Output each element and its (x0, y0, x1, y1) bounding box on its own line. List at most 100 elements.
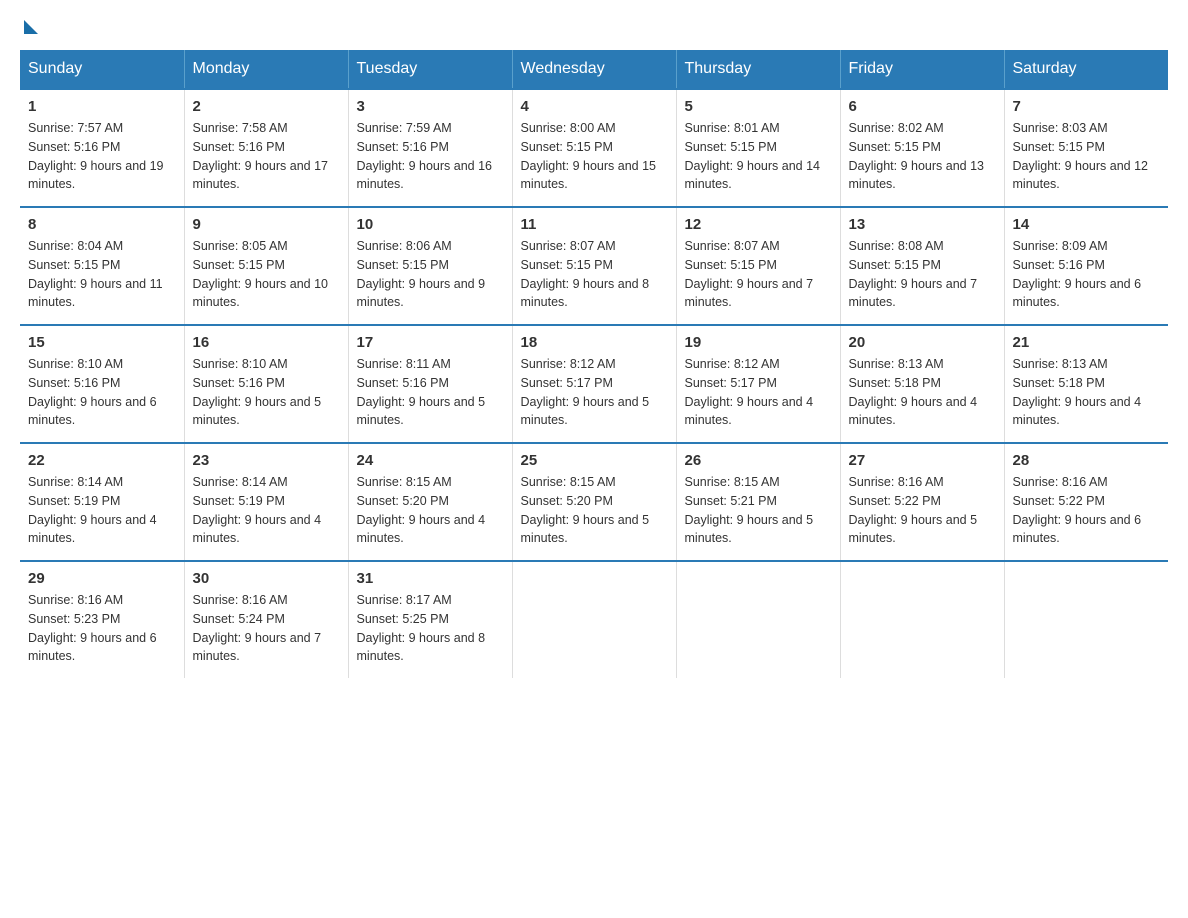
calendar-cell: 29 Sunrise: 8:16 AMSunset: 5:23 PMDayligh… (20, 561, 184, 678)
day-info: Sunrise: 8:01 AMSunset: 5:15 PMDaylight:… (685, 119, 832, 194)
calendar-cell: 9 Sunrise: 8:05 AMSunset: 5:15 PMDaylight… (184, 207, 348, 325)
day-info: Sunrise: 8:00 AMSunset: 5:15 PMDaylight:… (521, 119, 668, 194)
day-info: Sunrise: 8:05 AMSunset: 5:15 PMDaylight:… (193, 237, 340, 312)
calendar-cell: 19 Sunrise: 8:12 AMSunset: 5:17 PMDayligh… (676, 325, 840, 443)
calendar-cell: 17 Sunrise: 8:11 AMSunset: 5:16 PMDayligh… (348, 325, 512, 443)
week-row-3: 15 Sunrise: 8:10 AMSunset: 5:16 PMDayligh… (20, 325, 1168, 443)
day-info: Sunrise: 8:15 AMSunset: 5:20 PMDaylight:… (357, 473, 504, 548)
calendar-cell: 25Sunrise: 8:15 AMSunset: 5:20 PMDayligh… (512, 443, 676, 561)
day-number: 3 (357, 98, 504, 115)
calendar-cell: 28 Sunrise: 8:16 AMSunset: 5:22 PMDayligh… (1004, 443, 1168, 561)
day-number: 2 (193, 98, 340, 115)
day-info: Sunrise: 8:13 AMSunset: 5:18 PMDaylight:… (1013, 355, 1161, 430)
day-info: Sunrise: 7:57 AMSunset: 5:16 PMDaylight:… (28, 119, 176, 194)
calendar-cell: 5 Sunrise: 8:01 AMSunset: 5:15 PMDaylight… (676, 89, 840, 207)
day-info: Sunrise: 7:59 AMSunset: 5:16 PMDaylight:… (357, 119, 504, 194)
logo-arrow-icon (24, 20, 38, 34)
calendar-cell: 20Sunrise: 8:13 AMSunset: 5:18 PMDayligh… (840, 325, 1004, 443)
header-tuesday: Tuesday (348, 50, 512, 89)
calendar-cell: 30 Sunrise: 8:16 AMSunset: 5:24 PMDayligh… (184, 561, 348, 678)
calendar-cell: 2 Sunrise: 7:58 AMSunset: 5:16 PMDaylight… (184, 89, 348, 207)
day-info: Sunrise: 8:10 AMSunset: 5:16 PMDaylight:… (193, 355, 340, 430)
calendar-cell: 4 Sunrise: 8:00 AMSunset: 5:15 PMDaylight… (512, 89, 676, 207)
calendar-cell: 1 Sunrise: 7:57 AMSunset: 5:16 PMDaylight… (20, 89, 184, 207)
page-header (20, 20, 1168, 30)
day-number: 12 (685, 216, 832, 233)
day-number: 19 (685, 334, 832, 351)
day-number: 4 (521, 98, 668, 115)
week-row-2: 8 Sunrise: 8:04 AMSunset: 5:15 PMDaylight… (20, 207, 1168, 325)
week-row-4: 22Sunrise: 8:14 AMSunset: 5:19 PMDayligh… (20, 443, 1168, 561)
day-number: 13 (849, 216, 996, 233)
calendar-cell: 12Sunrise: 8:07 AMSunset: 5:15 PMDayligh… (676, 207, 840, 325)
header-friday: Friday (840, 50, 1004, 89)
day-info: Sunrise: 8:04 AMSunset: 5:15 PMDaylight:… (28, 237, 176, 312)
day-number: 11 (521, 216, 668, 233)
calendar-table: SundayMondayTuesdayWednesdayThursdayFrid… (20, 50, 1168, 678)
header-wednesday: Wednesday (512, 50, 676, 89)
day-info: Sunrise: 8:07 AMSunset: 5:15 PMDaylight:… (521, 237, 668, 312)
calendar-cell: 18 Sunrise: 8:12 AMSunset: 5:17 PMDayligh… (512, 325, 676, 443)
calendar-cell: 16Sunrise: 8:10 AMSunset: 5:16 PMDayligh… (184, 325, 348, 443)
calendar-cell: 22Sunrise: 8:14 AMSunset: 5:19 PMDayligh… (20, 443, 184, 561)
day-info: Sunrise: 8:03 AMSunset: 5:15 PMDaylight:… (1013, 119, 1161, 194)
calendar-cell: 10Sunrise: 8:06 AMSunset: 5:15 PMDayligh… (348, 207, 512, 325)
calendar-cell (1004, 561, 1168, 678)
day-number: 6 (849, 98, 996, 115)
day-number: 5 (685, 98, 832, 115)
day-info: Sunrise: 7:58 AMSunset: 5:16 PMDaylight:… (193, 119, 340, 194)
day-info: Sunrise: 8:06 AMSunset: 5:15 PMDaylight:… (357, 237, 504, 312)
header-saturday: Saturday (1004, 50, 1168, 89)
week-row-5: 29 Sunrise: 8:16 AMSunset: 5:23 PMDayligh… (20, 561, 1168, 678)
calendar-cell (512, 561, 676, 678)
calendar-cell: 15Sunrise: 8:10 AMSunset: 5:16 PMDayligh… (20, 325, 184, 443)
day-info: Sunrise: 8:08 AMSunset: 5:15 PMDaylight:… (849, 237, 996, 312)
calendar-cell (840, 561, 1004, 678)
calendar-cell: 24 Sunrise: 8:15 AMSunset: 5:20 PMDayligh… (348, 443, 512, 561)
day-number: 14 (1013, 216, 1161, 233)
logo (20, 20, 40, 30)
day-info: Sunrise: 8:11 AMSunset: 5:16 PMDaylight:… (357, 355, 504, 430)
day-number: 9 (193, 216, 340, 233)
day-info: Sunrise: 8:14 AMSunset: 5:19 PMDaylight:… (28, 473, 176, 548)
day-number: 27 (849, 452, 996, 469)
calendar-cell: 27 Sunrise: 8:16 AMSunset: 5:22 PMDayligh… (840, 443, 1004, 561)
calendar-header-row: SundayMondayTuesdayWednesdayThursdayFrid… (20, 50, 1168, 89)
day-info: Sunrise: 8:16 AMSunset: 5:23 PMDaylight:… (28, 591, 176, 666)
calendar-cell: 6 Sunrise: 8:02 AMSunset: 5:15 PMDaylight… (840, 89, 1004, 207)
day-number: 17 (357, 334, 504, 351)
day-number: 25 (521, 452, 668, 469)
day-number: 21 (1013, 334, 1161, 351)
calendar-cell: 23 Sunrise: 8:14 AMSunset: 5:19 PMDayligh… (184, 443, 348, 561)
calendar-cell: 26Sunrise: 8:15 AMSunset: 5:21 PMDayligh… (676, 443, 840, 561)
day-info: Sunrise: 8:12 AMSunset: 5:17 PMDaylight:… (685, 355, 832, 430)
day-number: 23 (193, 452, 340, 469)
calendar-cell: 8 Sunrise: 8:04 AMSunset: 5:15 PMDaylight… (20, 207, 184, 325)
day-number: 18 (521, 334, 668, 351)
day-info: Sunrise: 8:16 AMSunset: 5:24 PMDaylight:… (193, 591, 340, 666)
day-number: 15 (28, 334, 176, 351)
header-sunday: Sunday (20, 50, 184, 89)
calendar-cell: 3 Sunrise: 7:59 AMSunset: 5:16 PMDaylight… (348, 89, 512, 207)
day-number: 24 (357, 452, 504, 469)
day-info: Sunrise: 8:09 AMSunset: 5:16 PMDaylight:… (1013, 237, 1161, 312)
day-info: Sunrise: 8:12 AMSunset: 5:17 PMDaylight:… (521, 355, 668, 430)
day-number: 7 (1013, 98, 1161, 115)
header-monday: Monday (184, 50, 348, 89)
day-number: 28 (1013, 452, 1161, 469)
calendar-cell: 21 Sunrise: 8:13 AMSunset: 5:18 PMDayligh… (1004, 325, 1168, 443)
day-number: 26 (685, 452, 832, 469)
day-number: 30 (193, 570, 340, 587)
day-info: Sunrise: 8:02 AMSunset: 5:15 PMDaylight:… (849, 119, 996, 194)
calendar-cell: 7 Sunrise: 8:03 AMSunset: 5:15 PMDaylight… (1004, 89, 1168, 207)
day-number: 8 (28, 216, 176, 233)
day-info: Sunrise: 8:17 AMSunset: 5:25 PMDaylight:… (357, 591, 504, 666)
calendar-cell: 31Sunrise: 8:17 AMSunset: 5:25 PMDayligh… (348, 561, 512, 678)
day-number: 29 (28, 570, 176, 587)
week-row-1: 1 Sunrise: 7:57 AMSunset: 5:16 PMDaylight… (20, 89, 1168, 207)
day-number: 1 (28, 98, 176, 115)
day-info: Sunrise: 8:16 AMSunset: 5:22 PMDaylight:… (849, 473, 996, 548)
calendar-cell: 13 Sunrise: 8:08 AMSunset: 5:15 PMDayligh… (840, 207, 1004, 325)
day-info: Sunrise: 8:14 AMSunset: 5:19 PMDaylight:… (193, 473, 340, 548)
day-info: Sunrise: 8:16 AMSunset: 5:22 PMDaylight:… (1013, 473, 1161, 548)
